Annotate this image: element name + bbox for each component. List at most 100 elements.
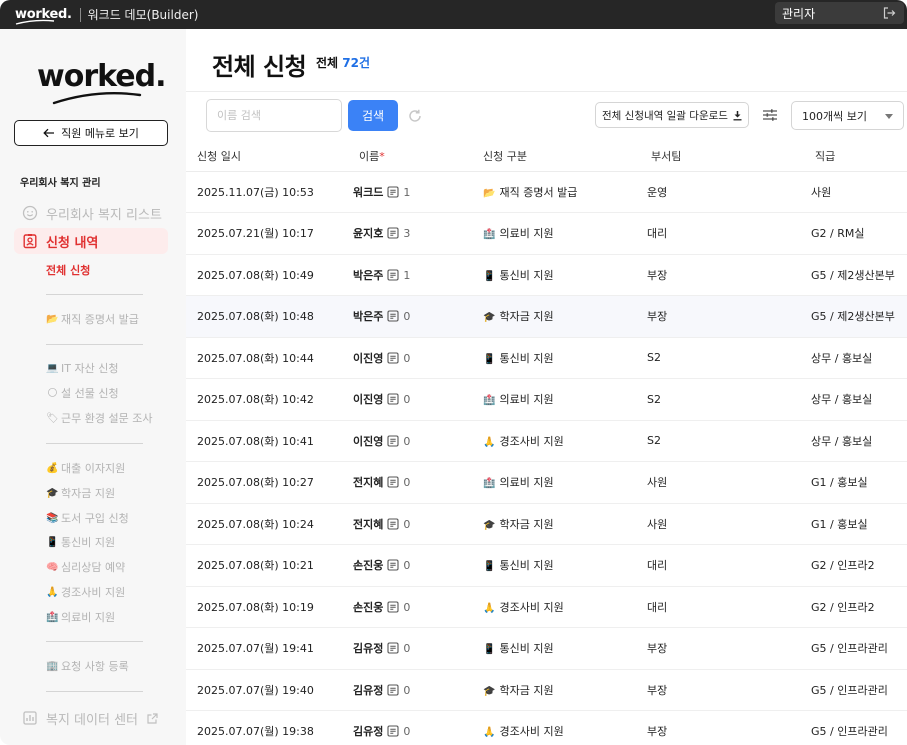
cell-rank: 상무 / 홍보실 <box>801 337 907 379</box>
nav-sub-condolence[interactable]: 🙏 경조사비 지원 <box>46 584 125 600</box>
nav-sub-request-register[interactable]: 🏢 요청 사항 등록 <box>46 658 128 674</box>
laptop-icon: 💻 <box>46 362 59 374</box>
cell-date: 2025.07.07(월) 19:40 <box>186 669 347 711</box>
cell-type: 🙏 경조사비 지원 <box>475 586 641 628</box>
memo-icon[interactable] <box>387 725 399 737</box>
applicant-name[interactable]: 이진영 <box>353 435 383 448</box>
table-row[interactable]: 2025.07.08(화) 10:41 이진영 0 🙏 경조사비 지원 S2 상무 / 홍… <box>186 420 907 462</box>
memo-icon[interactable] <box>387 601 399 613</box>
per-page-select[interactable]: 100개씩 보기 <box>791 101 904 130</box>
cell-team: S2 <box>641 420 801 462</box>
nav-sub-holiday-gift[interactable]: 🌕 설 선물 신청 <box>46 385 118 401</box>
refresh-icon[interactable] <box>407 108 423 124</box>
nav-sub-all[interactable]: 전체 신청 <box>46 262 90 278</box>
table-row[interactable]: 2025.07.08(화) 10:19 손진웅 0 🙏 경조사비 지원 대리 G2 / 인… <box>186 586 907 628</box>
table-row[interactable]: 2025.07.21(월) 10:17 윤지호 3 🏥 의료비 지원 대리 G2 / RM… <box>186 212 907 255</box>
column-header-rank[interactable]: 직급 <box>801 141 907 172</box>
memo-icon[interactable] <box>387 186 399 198</box>
nav-sub-work-env[interactable]: 🏷 근무 환경 설문 조사 <box>46 410 152 426</box>
nav-sub-counseling[interactable]: 🧠 심리상담 예약 <box>46 559 125 575</box>
cell-name: 이진영 0 <box>347 378 475 421</box>
chart-icon <box>22 711 37 725</box>
applicant-name[interactable]: 전지혜 <box>353 518 383 531</box>
download-all-button[interactable]: 전체 신청내역 일괄 다운로드 <box>595 102 749 128</box>
request-type: 학자금 지원 <box>499 310 554 324</box>
column-header-label: 신청 일시 <box>197 149 241 163</box>
memo-icon[interactable] <box>387 642 399 654</box>
cell-type: 🎓 학자금 지원 <box>475 295 641 338</box>
memo-icon[interactable] <box>387 518 399 530</box>
nav-welfare-list[interactable]: 우리회사 복지 리스트 <box>14 200 168 226</box>
applicant-name[interactable]: 전지혜 <box>353 476 383 489</box>
table-row[interactable]: 2025.07.08(화) 10:21 손진웅 0 📱 통신비 지원 대리 G2 / 인프… <box>186 544 907 587</box>
applicant-name[interactable]: 이진영 <box>353 352 383 365</box>
employee-menu-button[interactable]: 직원 메뉴로 보기 <box>14 120 168 146</box>
nav-sub-label: 재직 증명서 발급 <box>61 313 139 326</box>
applicant-name[interactable]: 이진영 <box>353 393 383 406</box>
table-row[interactable]: 2025.07.07(월) 19:41 김유정 0 📱 통신비 지원 부장 G5 / 인프… <box>186 627 907 670</box>
nav-sub-it-asset[interactable]: 💻 IT 자산 신청 <box>46 360 118 376</box>
nav-sub-medical[interactable]: 🏥 의료비 지원 <box>46 609 115 625</box>
applicant-name[interactable]: 김유정 <box>353 684 383 697</box>
table-row[interactable]: 2025.07.07(월) 19:40 김유정 0 🎓 학자금 지원 부장 G5 / 인프… <box>186 669 907 711</box>
rank-text: G5 / 인프라관리 <box>811 642 888 656</box>
team-text: S2 <box>647 351 661 365</box>
applicant-name[interactable]: 김유정 <box>353 725 383 738</box>
table-row[interactable]: 2025.07.08(화) 10:49 박은주 1 📱 통신비 지원 부장 G5 / 제2… <box>186 254 907 296</box>
nav-sub-phone[interactable]: 📱 통신비 지원 <box>46 534 115 550</box>
table-row[interactable]: 2025.07.08(화) 10:48 박은주 0 🎓 학자금 지원 부장 G5 / 제2… <box>186 295 907 338</box>
table-row[interactable]: 2025.07.08(화) 10:27 전지혜 0 🏥 의료비 지원 사원 G1 / 홍보… <box>186 461 907 504</box>
nav-sub-label: 경조사비 지원 <box>61 586 126 599</box>
table-row[interactable]: 2025.07.07(월) 19:38 김유정 0 🙏 경조사비 지원 부장 G5 / 인… <box>186 710 907 745</box>
admin-menu[interactable]: 관리자 <box>775 2 904 24</box>
cell-rank: 상무 / 홍보실 <box>801 378 907 421</box>
table-row[interactable]: 2025.07.08(화) 10:42 이진영 0 🏥 의료비 지원 S2 상무 / 홍보… <box>186 378 907 421</box>
memo-icon[interactable] <box>387 352 399 364</box>
memo-icon[interactable] <box>387 310 399 322</box>
applicant-name[interactable]: 손진웅 <box>353 559 383 572</box>
table-row[interactable]: 2025.07.08(화) 10:24 전지혜 0 🎓 학자금 지원 사원 G1 / 홍보… <box>186 503 907 545</box>
brand-logo[interactable]: worked. <box>37 59 166 94</box>
memo-icon[interactable] <box>387 476 399 488</box>
filter-sliders-icon[interactable] <box>762 107 778 123</box>
column-header-label: 부서팀 <box>651 149 682 163</box>
nav-sub-employment-cert[interactable]: 📂 재직 증명서 발급 <box>46 311 139 327</box>
search-button[interactable]: 검색 <box>348 100 398 131</box>
memo-icon[interactable] <box>387 435 399 447</box>
applicant-name[interactable]: 김유정 <box>353 642 383 655</box>
applicant-name[interactable]: 워크드 <box>353 186 383 199</box>
column-header-name[interactable]: 이름* <box>347 141 475 172</box>
cell-team: S2 <box>641 337 801 379</box>
cell-name: 이진영 0 <box>347 420 475 462</box>
logout-icon[interactable] <box>882 6 896 20</box>
column-header-date[interactable]: 신청 일시 <box>186 141 347 172</box>
table-row[interactable]: 2025.11.07(금) 10:53 워크드 1 📂 재직 증명서 발급 운영 사원 <box>186 171 907 213</box>
column-header-type[interactable]: 신청 구분 <box>475 141 641 172</box>
applicant-name[interactable]: 윤지호 <box>353 227 383 240</box>
nav-sub-label: 근무 환경 설문 조사 <box>61 412 153 425</box>
team-text: 운영 <box>647 185 668 199</box>
nav-sub-loan[interactable]: 💰 대출 이자지원 <box>46 460 125 476</box>
topbar-logo[interactable]: worked. <box>15 7 72 25</box>
nav-sub-tuition[interactable]: 🎓 학자금 지원 <box>46 485 115 501</box>
memo-icon[interactable] <box>387 684 399 696</box>
nav-sub-books[interactable]: 📚 도서 구입 신청 <box>46 510 128 526</box>
request-type: 학자금 지원 <box>499 683 554 697</box>
memo-icon[interactable] <box>387 393 399 405</box>
memo-icon[interactable] <box>387 559 399 571</box>
nav-sub-label: 통신비 지원 <box>61 536 116 549</box>
cell-name: 김유정 0 <box>347 710 475 745</box>
search-input[interactable] <box>206 99 342 132</box>
memo-icon[interactable] <box>387 269 399 281</box>
applicant-name[interactable]: 손진웅 <box>353 601 383 614</box>
applicant-name[interactable]: 박은주 <box>353 310 383 323</box>
table-row[interactable]: 2025.07.08(화) 10:44 이진영 0 📱 통신비 지원 S2 상무 / 홍보… <box>186 337 907 379</box>
nav-data-center[interactable]: 복지 데이터 센터 <box>14 705 168 731</box>
cell-rank: 사원 <box>801 171 907 213</box>
memo-icon[interactable] <box>387 227 399 239</box>
date-text: 2025.07.08(화) 10:49 <box>197 268 314 282</box>
nav-requests[interactable]: 신청 내역 <box>14 228 168 254</box>
cell-type: 🎓 학자금 지원 <box>475 669 641 711</box>
applicant-name[interactable]: 박은주 <box>353 269 383 282</box>
column-header-team[interactable]: 부서팀 <box>641 141 801 172</box>
